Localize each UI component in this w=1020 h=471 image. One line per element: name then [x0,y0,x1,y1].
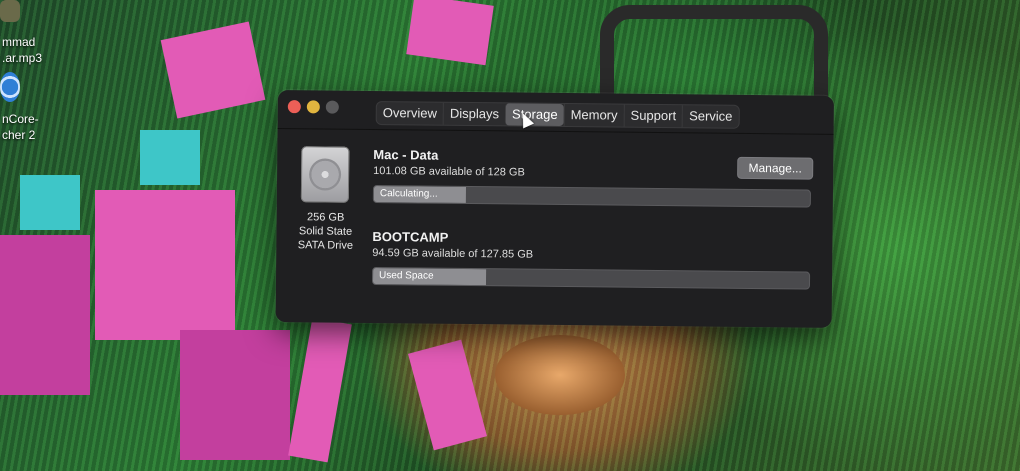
hard-drive-icon [300,146,350,203]
drive-type-line1: Solid State [298,225,353,238]
drive-platter [308,158,342,191]
wallpaper-block [406,0,494,66]
about-this-mac-window: Overview Displays Storage Memory Support… [275,90,834,328]
app-shortcut-icon[interactable] [0,72,20,102]
tab-storage[interactable]: Storage [504,103,564,126]
wallpaper-block [0,235,90,395]
desktop-app-label[interactable]: nCore- cher 2 [2,113,39,142]
wallpaper-block [495,335,625,415]
close-button[interactable] [287,100,301,114]
wallpaper-block [95,190,235,340]
volume-available: 94.59 GB available of 127.85 GB [372,246,534,261]
zoom-button [325,100,339,114]
volume-name: BOOTCAMP [372,228,449,245]
wallpaper-block [140,130,200,185]
music-file-icon[interactable] [0,0,20,22]
minimize-button[interactable] [306,100,320,114]
desktop-app-label-line2: cher 2 [2,128,36,142]
wallpaper-block [180,330,290,460]
wallpaper-block [20,175,80,230]
window-titlebar: Overview Displays Storage Memory Support… [277,90,834,135]
manage-button[interactable]: Manage... [737,156,814,180]
storage-bar: Calculating... [372,185,811,208]
tab-support[interactable]: Support [623,104,683,128]
storage-bar-label: Calculating... [379,188,438,200]
tab-overview[interactable]: Overview [377,102,443,125]
volume-name: Mac - Data [373,147,439,163]
drive-type-line2: SATA Drive [297,239,354,252]
tab-service[interactable]: Service [681,105,739,128]
storage-bar-label: Used Space [379,270,434,282]
desktop-file-label[interactable]: mmad .ar.mp3 [2,36,42,65]
tab-bar: Overview Displays Storage Memory Support… [375,101,740,129]
tab-memory[interactable]: Memory [563,103,624,127]
desktop-file-label-line2: .ar.mp3 [2,51,43,65]
desktop-file-label-line1: mmad [2,35,36,49]
tab-displays[interactable]: Displays [442,102,506,126]
drive-info: 256 GB Solid State SATA Drive [290,210,360,253]
desktop-app-label-line1: nCore- [2,112,39,126]
drive-capacity: 256 GB [306,211,345,224]
volume-available: 101.08 GB available of 128 GB [373,165,525,179]
storage-bar: Used Space [371,266,811,290]
